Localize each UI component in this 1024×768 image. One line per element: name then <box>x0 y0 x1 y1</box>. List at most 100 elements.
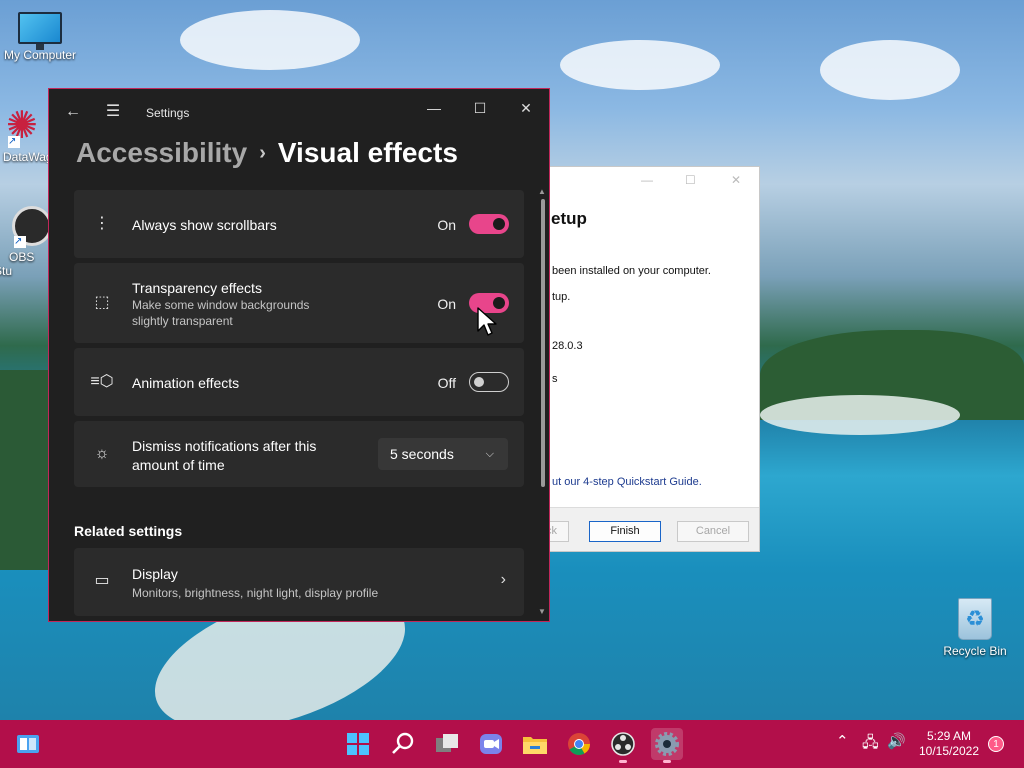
cloud <box>560 40 720 90</box>
network-icon[interactable]: 🖧 <box>862 732 879 757</box>
scroll-down-icon[interactable]: ▼ <box>538 607 546 616</box>
task-view-button[interactable] <box>431 728 463 760</box>
start-icon <box>347 733 369 755</box>
monitor-icon <box>18 12 62 50</box>
scrollbar-icon: ⋮ <box>94 215 110 232</box>
recycle-bin-icon: ♻ <box>958 598 992 640</box>
toggle-state-text: Off <box>437 375 456 391</box>
chrome-button[interactable] <box>563 728 595 760</box>
setting-animation-effects: ≡⬡ Animation effects Off <box>74 348 524 416</box>
related-setting-display[interactable]: ▭ Display Monitors, brightness, night li… <box>74 548 524 616</box>
clock-date: 10/15/2022 <box>918 744 980 758</box>
setting-label: Transparency effects <box>132 280 262 296</box>
obs-taskbar-button[interactable] <box>607 728 639 763</box>
animation-toggle[interactable] <box>469 372 509 392</box>
chevron-right-icon: › <box>500 571 506 588</box>
file-explorer-button[interactable] <box>519 728 551 760</box>
setting-transparency-effects: ⬚ Transparency effects Make some window … <box>74 263 524 343</box>
quickstart-link[interactable]: ut our 4-step Quickstart Guide. <box>552 476 702 488</box>
close-icon[interactable]: ✕ <box>731 173 741 187</box>
setup-heading: etup <box>551 209 587 228</box>
setup-wizard-window[interactable]: — ☐ ✕ etup been installed on your comput… <box>538 166 760 552</box>
start-button[interactable] <box>342 728 374 760</box>
setup-titlebar: — ☐ ✕ <box>539 167 759 195</box>
window-title: Settings <box>146 106 190 120</box>
breadcrumb-separator: › <box>259 142 266 164</box>
scroll-up-icon[interactable]: ▲ <box>538 187 546 196</box>
laptop-icon: ▭ <box>94 572 110 589</box>
transparency-icon: ⬚ <box>94 294 110 311</box>
finish-button[interactable]: Finish <box>589 521 661 542</box>
setup-text: tup. <box>552 291 571 303</box>
setting-label: Animation effects <box>132 375 240 391</box>
settings-window[interactable]: ← ☰ Settings — ☐ ✕ Accessibility › Visual … <box>48 88 550 622</box>
widgets-icon <box>17 735 39 753</box>
shortcut-arrow-icon: ↗ <box>8 136 20 148</box>
desktop-icon-label: Recycle Bin <box>943 644 1007 658</box>
chevron-up-icon[interactable]: ⌃ <box>836 732 849 750</box>
setting-label: Display <box>132 566 178 582</box>
desktop-icon-label: DataWag <box>3 150 53 164</box>
search-button[interactable] <box>387 728 419 760</box>
dropdown-value: 5 seconds <box>390 446 454 462</box>
scrollbars-toggle[interactable] <box>469 214 509 234</box>
setting-description: Make some window backgrounds <box>132 298 310 312</box>
setup-version: 28.0.3 <box>552 340 583 352</box>
volume-icon[interactable]: 🔊 <box>887 732 906 750</box>
close-icon[interactable]: ✕ <box>512 97 540 119</box>
setup-text: s <box>552 373 558 385</box>
maximize-icon[interactable]: ☐ <box>466 97 494 119</box>
notification-duration-dropdown[interactable]: 5 seconds ⌵ <box>378 438 508 470</box>
back-arrow-icon[interactable]: ← <box>61 101 85 123</box>
breadcrumb-parent[interactable]: Accessibility <box>76 137 247 168</box>
minimize-icon[interactable]: — <box>641 173 653 187</box>
cloud <box>180 10 360 70</box>
toggle-state-text: On <box>437 217 456 233</box>
page-title: Visual effects <box>277 137 458 168</box>
settings-scrollbar[interactable]: ▲ ▼ <box>538 187 546 619</box>
desktop-icon-obs-studio[interactable]: ↗ OBS Stu <box>0 206 54 278</box>
setting-label: amount of time <box>132 457 225 473</box>
settings-icon <box>655 732 679 756</box>
toggle-state-text: On <box>437 296 456 312</box>
running-indicator <box>619 760 627 763</box>
mouse-cursor-icon <box>477 307 497 336</box>
file-explorer-icon <box>523 737 547 754</box>
beach-sand <box>760 395 960 435</box>
chrome-icon <box>568 733 590 755</box>
animation-icon: ≡⬡ <box>90 373 114 390</box>
notification-icon: ☼ <box>94 445 110 462</box>
minimize-icon[interactable]: — <box>420 97 448 119</box>
system-clock[interactable]: 5:29 AM 10/15/2022 <box>914 729 984 759</box>
chat-button[interactable] <box>475 728 507 760</box>
setup-footer: ack Finish Cancel <box>539 507 759 551</box>
desktop-icon-my-computer[interactable]: My Computer <box>0 12 80 62</box>
setting-label: Dismiss notifications after this <box>132 438 317 454</box>
notification-badge[interactable]: 1 <box>988 736 1004 752</box>
setting-description: slightly transparent <box>132 314 233 328</box>
scrollbar-thumb[interactable] <box>541 199 545 487</box>
settings-taskbar-button[interactable] <box>651 728 683 763</box>
chat-icon <box>480 734 502 754</box>
desktop-icon-label: OBS Stu <box>0 250 35 278</box>
task-view-icon <box>436 734 458 752</box>
setting-dismiss-notifications: ☼ Dismiss notifications after this amoun… <box>74 421 524 487</box>
setting-description: Monitors, brightness, night light, displ… <box>132 586 379 600</box>
desktop-icon-recycle-bin[interactable]: ♻ Recycle Bin <box>935 598 1015 658</box>
desktop-icon-datawagon[interactable]: ✺ ↗ DataWag <box>0 106 54 164</box>
cancel-button[interactable]: Cancel <box>677 521 749 542</box>
breadcrumb: Accessibility › Visual effects <box>76 137 458 173</box>
hamburger-menu-icon[interactable]: ☰ <box>101 101 125 123</box>
widgets-button[interactable] <box>12 728 44 760</box>
clock-time: 5:29 AM <box>926 729 972 743</box>
settings-titlebar: ← ☰ Settings — ☐ ✕ <box>49 89 549 135</box>
maximize-icon[interactable]: ☐ <box>685 173 696 187</box>
setting-label: Always show scrollbars <box>132 217 277 233</box>
taskbar: ⌃ 🖧 🔊 5:29 AM 10/15/2022 <box>0 720 1024 768</box>
related-settings-heading: Related settings <box>74 523 183 539</box>
shortcut-arrow-icon: ↗ <box>14 236 26 248</box>
cloud <box>820 40 960 100</box>
chevron-down-icon: ⌵ <box>485 448 494 460</box>
running-indicator <box>663 760 671 763</box>
setting-always-show-scrollbars: ⋮ Always show scrollbars On <box>74 190 524 258</box>
